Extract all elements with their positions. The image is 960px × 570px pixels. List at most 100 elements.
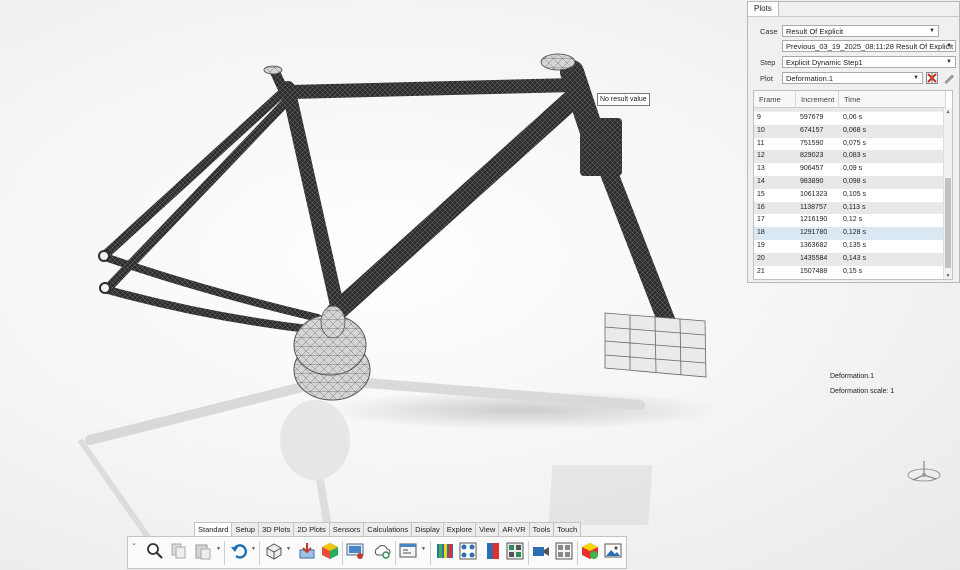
cell-time: 0,12 s [843, 216, 863, 224]
chevron-down-icon: ▼ [929, 28, 935, 34]
paste-icon[interactable] [194, 542, 212, 560]
action-toolbar: ⌄ ▼ ▼ ▼ ▼ [127, 536, 627, 569]
view-settings-icon[interactable] [399, 542, 417, 560]
previous-result-value: Previous_03_19_2025_08:11:28 Result Of E… [786, 42, 954, 51]
table-row[interactable]: 12 829023 0,083 s [754, 150, 946, 164]
chevron-down-icon[interactable]: ▼ [421, 546, 426, 552]
cell-increment: 1507488 [800, 267, 828, 275]
tab-3d-plots[interactable]: 3D Plots [258, 522, 295, 536]
chevron-down-icon[interactable]: ▼ [286, 546, 291, 552]
table-row[interactable]: 20 1435584 0,143 s [754, 252, 946, 266]
previous-result-select[interactable]: Previous_03_19_2025_08:11:28 Result Of E… [782, 40, 956, 52]
legend-deformation-scale: Deformation scale: 1 [830, 388, 895, 395]
clear-plot-icon[interactable] [926, 72, 938, 84]
legend-plot-name: Deformation.1 [830, 373, 874, 380]
tab-2d-plots[interactable]: 2D Plots [293, 522, 330, 536]
tab-explore[interactable]: Explore [442, 522, 477, 536]
cell-time: 0,068 s [843, 126, 866, 134]
tab-display[interactable]: Display [411, 522, 444, 536]
simulation-icon[interactable] [581, 542, 599, 560]
tab-standard[interactable]: Standard [194, 522, 233, 537]
cell-frame: 16 [757, 203, 765, 211]
cell-time: 0,083 s [843, 152, 866, 160]
table-row[interactable]: 14 983890 0,098 s [754, 176, 946, 189]
color-map-icon[interactable] [484, 542, 502, 560]
tab-ar-vr[interactable]: AR-VR [498, 522, 530, 536]
cell-time: 0,113 s [843, 203, 866, 211]
cell-time: 0,105 s [843, 190, 866, 198]
import-icon[interactable] [298, 542, 316, 560]
undo-icon[interactable] [230, 542, 248, 560]
cell-frame: 13 [757, 165, 765, 173]
chevron-down-icon[interactable]: ▼ [216, 546, 221, 552]
table-row[interactable]: 17 1216190 0,12 s [754, 214, 946, 228]
step-select[interactable]: Explicit Dynamic Step1 ▼ [782, 56, 956, 68]
collapse-chevron-icon[interactable]: ⌄ [131, 539, 137, 547]
scroll-thumb[interactable] [945, 178, 951, 268]
tab-touch[interactable]: Touch [553, 522, 582, 536]
table-row[interactable]: 19 1363682 0,135 s [754, 240, 946, 253]
chevron-down-icon: ▼ [946, 43, 952, 49]
copy-icon[interactable] [170, 542, 188, 560]
table-row[interactable]: 11 751590 0,075 s [754, 137, 946, 151]
table-row[interactable]: 10 674157 0,068 s [754, 124, 946, 138]
cell-time: 0,15 s [843, 267, 863, 275]
cloud-icon[interactable] [373, 542, 391, 560]
case-select[interactable]: Result Of Explicit ▼ [782, 25, 939, 37]
table-row[interactable]: 13 906457 0,09 s [754, 163, 946, 176]
cell-frame: 18 [757, 229, 765, 237]
plots-panel: Plots Case Result Of Explicit ▼ Previous… [747, 1, 960, 283]
cell-time: 0,098 s [843, 178, 866, 185]
cell-frame: 10 [757, 126, 765, 134]
plot-label: Plot [760, 74, 773, 83]
column-header-frame[interactable]: Frame [754, 91, 796, 108]
cell-frame: 14 [757, 178, 765, 185]
step-label: Step [760, 58, 776, 67]
cell-increment: 983890 [800, 178, 824, 185]
image-icon[interactable] [604, 542, 622, 560]
table-row[interactable]: 18 1291780 0,128 s [754, 227, 946, 240]
frames-icon[interactable] [555, 542, 573, 560]
scroll-down-icon[interactable]: ▼ [944, 272, 952, 279]
column-header-time[interactable]: Time [839, 91, 946, 108]
tab-plots[interactable]: Plots [748, 2, 779, 17]
cell-increment: 597679 [800, 114, 824, 121]
table-row[interactable]: 21 1507488 0,15 s [754, 265, 946, 279]
multi-view-icon[interactable] [459, 542, 477, 560]
material-icon[interactable] [321, 542, 339, 560]
table-row[interactable]: 15 1061323 0,105 s [754, 188, 946, 202]
tab-view[interactable]: View [475, 522, 500, 536]
cell-frame: 15 [757, 190, 765, 198]
tab-sensors[interactable]: Sensors [328, 522, 365, 536]
case-select-value: Result Of Explicit [786, 27, 844, 36]
table-row[interactable]: 16 1138757 0,113 s [754, 201, 946, 215]
table-scrollbar[interactable]: ▲ ▼ [943, 108, 952, 279]
compass-triad-icon[interactable] [904, 455, 944, 493]
cell-time: 0,06 s [843, 114, 863, 121]
load-block [604, 312, 707, 378]
deformation-plot-icon[interactable] [436, 542, 454, 560]
tab-calculations[interactable]: Calculations [363, 522, 413, 536]
plot-select-value: Deformation.1 [786, 74, 834, 83]
cell-increment: 1138757 [800, 203, 827, 211]
screen-capture-icon[interactable] [346, 542, 364, 560]
part-body-icon[interactable] [265, 542, 283, 560]
column-header-increment[interactable]: Increment [796, 91, 839, 108]
ribbon-tab-strip: Standard Setup 3D Plots 2D Plots Sensors Calc… [194, 522, 582, 537]
camera-icon[interactable] [532, 542, 550, 560]
cell-increment: 829023 [800, 152, 824, 160]
cell-frame: 17 [757, 216, 765, 224]
cell-frame: 20 [757, 254, 765, 262]
chevron-down-icon[interactable]: ▼ [251, 546, 256, 552]
tab-tools[interactable]: Tools [528, 522, 555, 536]
cell-frame: 12 [757, 152, 765, 160]
cell-increment: 906457 [800, 165, 824, 173]
edit-plot-icon[interactable] [943, 72, 955, 84]
tab-setup[interactable]: Setup [231, 522, 260, 536]
frames-table[interactable]: Frame Increment Time 85201110,053 s95976… [753, 90, 953, 280]
table-row[interactable]: 9 597679 0,06 s [754, 112, 946, 125]
grid-view-icon[interactable] [506, 542, 524, 560]
plot-select[interactable]: Deformation.1 ▼ [782, 72, 923, 84]
zoom-fit-icon[interactable] [146, 542, 164, 560]
scroll-up-icon[interactable]: ▲ [944, 108, 952, 116]
